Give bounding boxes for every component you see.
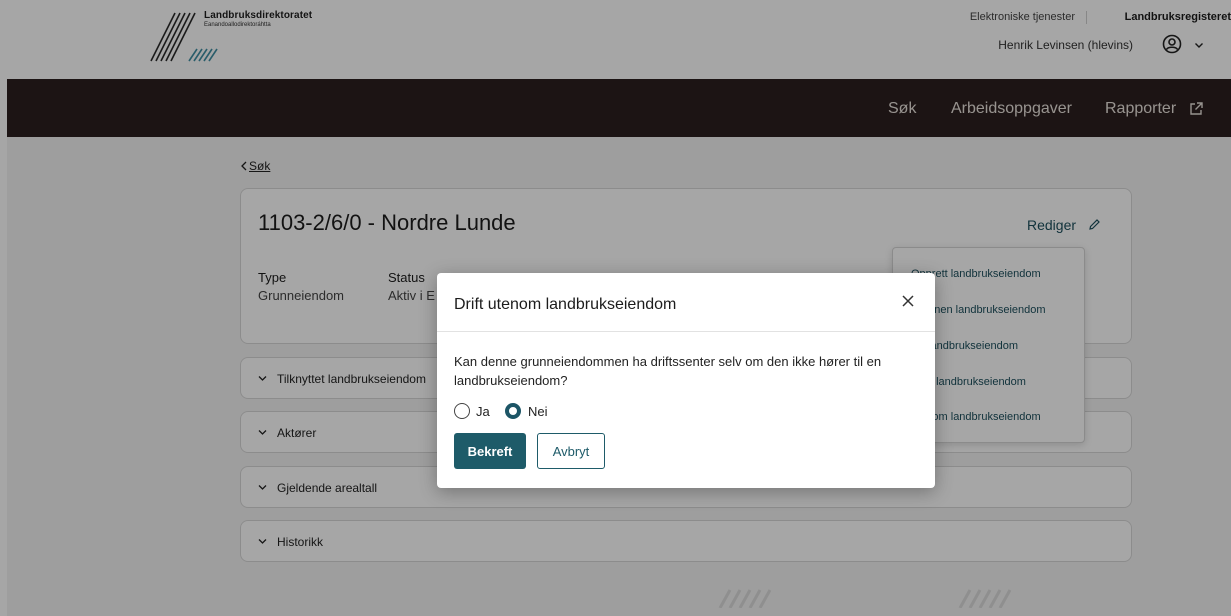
close-icon[interactable] xyxy=(902,295,914,307)
modal-dialog: Drift utenom landbrukseiendom Kan denne … xyxy=(437,273,935,488)
confirm-button[interactable]: Bekreft xyxy=(454,433,526,469)
radio-no[interactable] xyxy=(505,403,521,419)
radio-yes[interactable] xyxy=(454,403,470,419)
modal-title: Drift utenom landbrukseiendom xyxy=(454,296,677,313)
radio-no-label[interactable]: Nei xyxy=(528,404,548,419)
cancel-button[interactable]: Avbryt xyxy=(537,433,605,469)
radio-yes-label[interactable]: Ja xyxy=(476,404,490,419)
modal-question: Kan denne grunneiendommen ha driftssente… xyxy=(454,354,882,388)
modal-divider xyxy=(437,331,935,332)
